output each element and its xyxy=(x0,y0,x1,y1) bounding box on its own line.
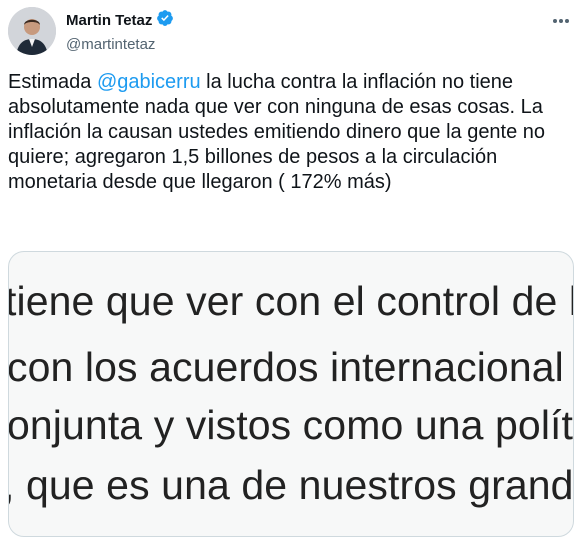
tweet-text: Estimada @gabicerru la lucha contra la i… xyxy=(8,70,548,195)
avatar[interactable] xyxy=(8,7,56,55)
author-handle[interactable]: @martintetaz xyxy=(66,36,174,53)
tweet-header: Martin Tetaz @martintetaz xyxy=(8,7,577,57)
author-block: Martin Tetaz @martintetaz xyxy=(66,9,174,53)
media-text-line: , que es una de nuestros grandes d xyxy=(9,462,574,508)
tweet-text-start: Estimada xyxy=(8,71,97,93)
media-text-line: onjunta y vistos como una política xyxy=(8,402,574,448)
mention-link[interactable]: @gabicerru xyxy=(97,71,201,93)
tweet-media-image[interactable]: tiene que ver con el control de los p co… xyxy=(8,251,574,537)
more-options-icon[interactable] xyxy=(549,11,573,31)
media-text-line: con los acuerdos internacional con xyxy=(8,344,573,390)
verified-badge-icon xyxy=(156,9,174,32)
author-display-name[interactable]: Martin Tetaz xyxy=(66,12,152,29)
profile-photo-icon xyxy=(8,7,56,55)
media-text-line: tiene que ver con el control de los p xyxy=(8,278,573,324)
